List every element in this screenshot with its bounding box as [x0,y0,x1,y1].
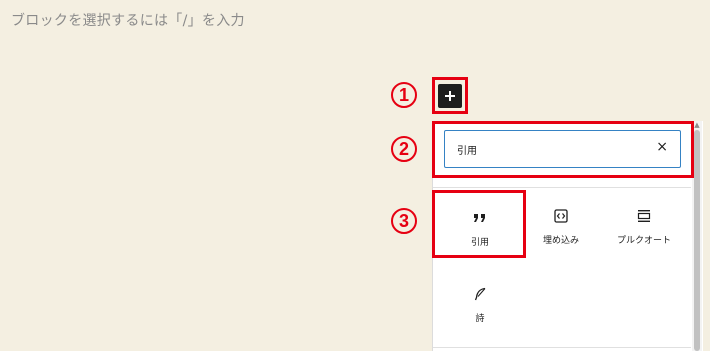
embed-icon [554,206,568,226]
block-item-pullquote[interactable]: プルクオート [601,194,687,254]
block-placeholder[interactable]: ブロックを選択するには「/」を入力 [11,10,245,30]
step-marker-3: 3 [391,208,417,234]
block-item-embed[interactable]: 埋め込み [518,194,604,254]
step-marker-1: 1 [391,82,417,108]
block-item-label: プルクオート [616,236,671,246]
add-block-button[interactable] [438,84,462,108]
block-item-verse[interactable]: 詩 [437,272,523,332]
block-item-label: 詩 [475,314,485,324]
highlight-box-quote [432,190,526,258]
plus-icon [445,91,455,101]
block-item-label: 埋め込み [542,236,579,246]
step-marker-2: 2 [391,136,417,162]
verse-icon [473,284,487,304]
inserter-scrollbar-thumb[interactable] [694,130,700,351]
pullquote-icon [637,206,651,226]
scroll-up-arrow-icon[interactable]: ▲ [693,121,701,129]
divider [433,187,691,188]
divider [433,347,691,348]
highlight-box-search [432,121,694,178]
